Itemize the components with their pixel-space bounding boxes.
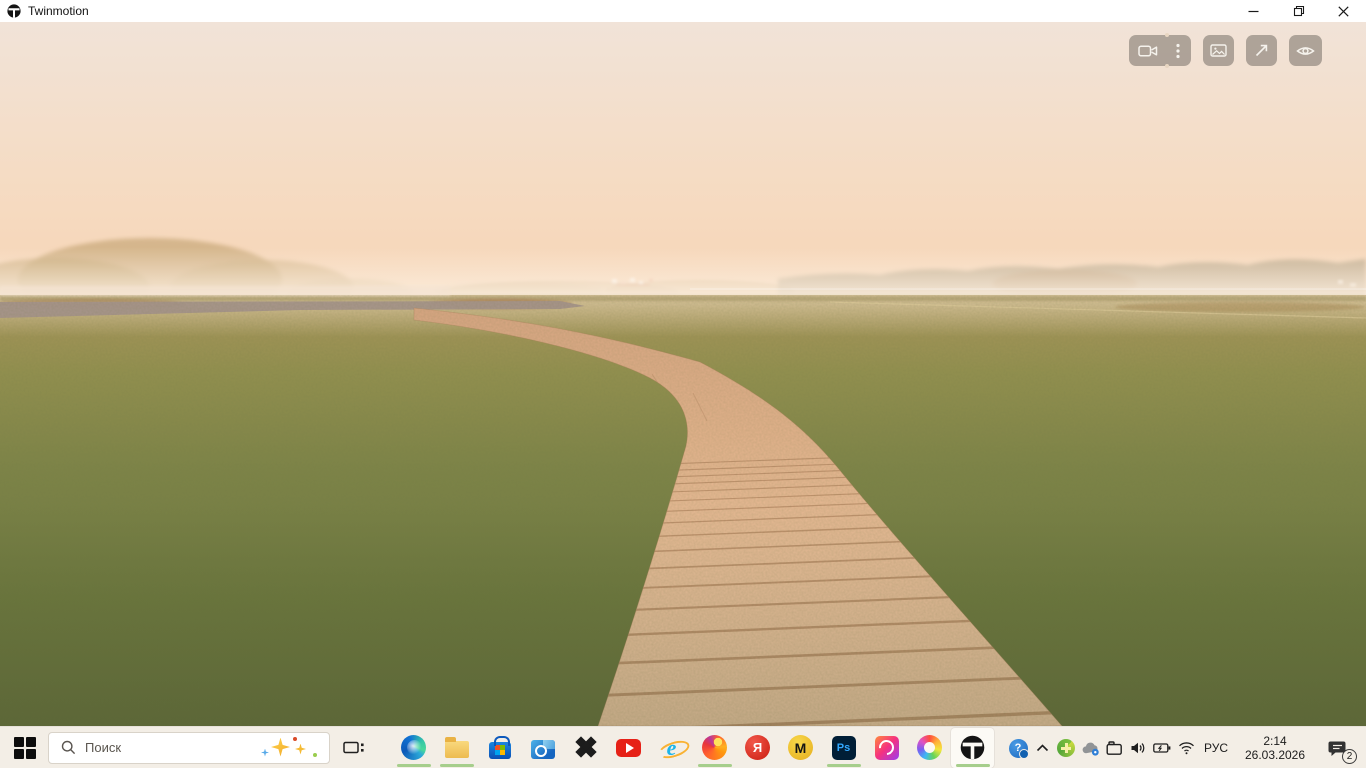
twinmotion-icon bbox=[960, 735, 985, 760]
taskbar-app-outlook[interactable] bbox=[521, 728, 564, 768]
youtube-icon bbox=[616, 739, 641, 757]
window-titlebar: Twinmotion bbox=[0, 0, 1366, 22]
video-camera-icon[interactable] bbox=[1130, 44, 1166, 58]
outlook-icon bbox=[531, 740, 555, 759]
taskbar-app-yandex[interactable]: Я bbox=[736, 728, 779, 768]
task-view-icon bbox=[343, 739, 365, 756]
volume-icon[interactable] bbox=[1126, 727, 1150, 768]
vignette bbox=[0, 502, 1366, 726]
windows-taskbar: Поиск e Я bbox=[0, 726, 1366, 768]
taskbar-app-firefox[interactable] bbox=[693, 728, 736, 768]
taskbar-search-input[interactable]: Поиск bbox=[48, 732, 330, 764]
microsoft-store-icon bbox=[489, 742, 511, 759]
water-strip bbox=[0, 286, 450, 296]
clock-date: 26.03.2026 bbox=[1234, 748, 1316, 762]
taskbar-app-microsoft-store[interactable] bbox=[478, 728, 521, 768]
yellow-m-app-icon: M bbox=[788, 735, 813, 760]
battery-charging-icon[interactable] bbox=[1150, 727, 1174, 768]
view-mode-button[interactable] bbox=[1289, 35, 1322, 66]
firefox-icon bbox=[702, 735, 727, 760]
onedrive-cloud-icon[interactable] bbox=[1078, 727, 1102, 768]
internet-explorer-icon: e bbox=[659, 735, 685, 760]
taskbar-app-twinmotion[interactable] bbox=[951, 728, 994, 768]
notification-count-badge: 2 bbox=[1342, 749, 1357, 764]
yandex-icon: Я bbox=[745, 735, 770, 760]
folder-icon bbox=[445, 741, 469, 758]
screenshot-button[interactable] bbox=[1203, 35, 1234, 66]
taskbar-app-adobe-cc[interactable] bbox=[865, 728, 908, 768]
hidden-icons-chevron[interactable] bbox=[1030, 727, 1054, 768]
viewport-3d-scene[interactable] bbox=[0, 22, 1366, 726]
taskbar-app-photoshop[interactable]: Ps bbox=[822, 728, 865, 768]
rainbow-swirl-app-icon bbox=[917, 735, 942, 760]
dropbox-icon bbox=[573, 736, 599, 760]
clock[interactable]: 2:14 26.03.2026 bbox=[1234, 734, 1316, 762]
display-cast-icon[interactable] bbox=[1102, 727, 1126, 768]
window-title: Twinmotion bbox=[28, 4, 89, 18]
antivirus-tray-icon[interactable] bbox=[1054, 727, 1078, 768]
camera-options-button[interactable] bbox=[1129, 35, 1191, 66]
fullscreen-button[interactable] bbox=[1246, 35, 1277, 66]
search-icon bbox=[61, 740, 76, 755]
image-icon bbox=[1210, 44, 1227, 57]
twinmotion-logo-icon bbox=[7, 4, 21, 18]
start-button[interactable] bbox=[13, 736, 37, 760]
taskbar-app-task-view[interactable] bbox=[336, 728, 372, 768]
taskbar-app-file-explorer[interactable] bbox=[435, 728, 478, 768]
minimize-button[interactable] bbox=[1231, 0, 1276, 22]
photoshop-icon: Ps bbox=[832, 736, 856, 760]
close-button[interactable] bbox=[1321, 0, 1366, 22]
adobe-creative-cloud-icon bbox=[875, 736, 899, 760]
window-controls bbox=[1231, 0, 1366, 22]
help-tray-icon[interactable]: ? bbox=[1006, 727, 1030, 768]
wifi-icon[interactable] bbox=[1174, 727, 1198, 768]
expand-arrow-icon bbox=[1254, 43, 1269, 58]
edge-icon bbox=[401, 735, 426, 760]
kebab-menu-icon[interactable] bbox=[1166, 43, 1190, 59]
taskbar-app-yellow-m[interactable]: M bbox=[779, 728, 822, 768]
search-placeholder: Поиск bbox=[85, 740, 121, 755]
taskbar-app-internet-explorer[interactable]: e bbox=[650, 728, 693, 768]
eye-icon bbox=[1296, 44, 1315, 58]
language-indicator[interactable]: РУС bbox=[1198, 741, 1234, 755]
taskbar-apps: e Я M Ps bbox=[336, 728, 994, 768]
landscape-render bbox=[0, 22, 1366, 726]
system-tray: ? bbox=[1006, 727, 1366, 768]
taskbar-app-edge[interactable] bbox=[392, 728, 435, 768]
taskbar-app-rainbow-swirl[interactable] bbox=[908, 728, 951, 768]
clock-time: 2:14 bbox=[1234, 734, 1316, 748]
taskbar-app-dropbox[interactable] bbox=[564, 728, 607, 768]
viewport-toolbar bbox=[1129, 35, 1322, 66]
taskbar-app-youtube[interactable] bbox=[607, 728, 650, 768]
notification-center-button[interactable]: 2 bbox=[1316, 727, 1360, 768]
search-highlights-sparkle-icon[interactable] bbox=[259, 735, 321, 761]
restore-button[interactable] bbox=[1276, 0, 1321, 22]
